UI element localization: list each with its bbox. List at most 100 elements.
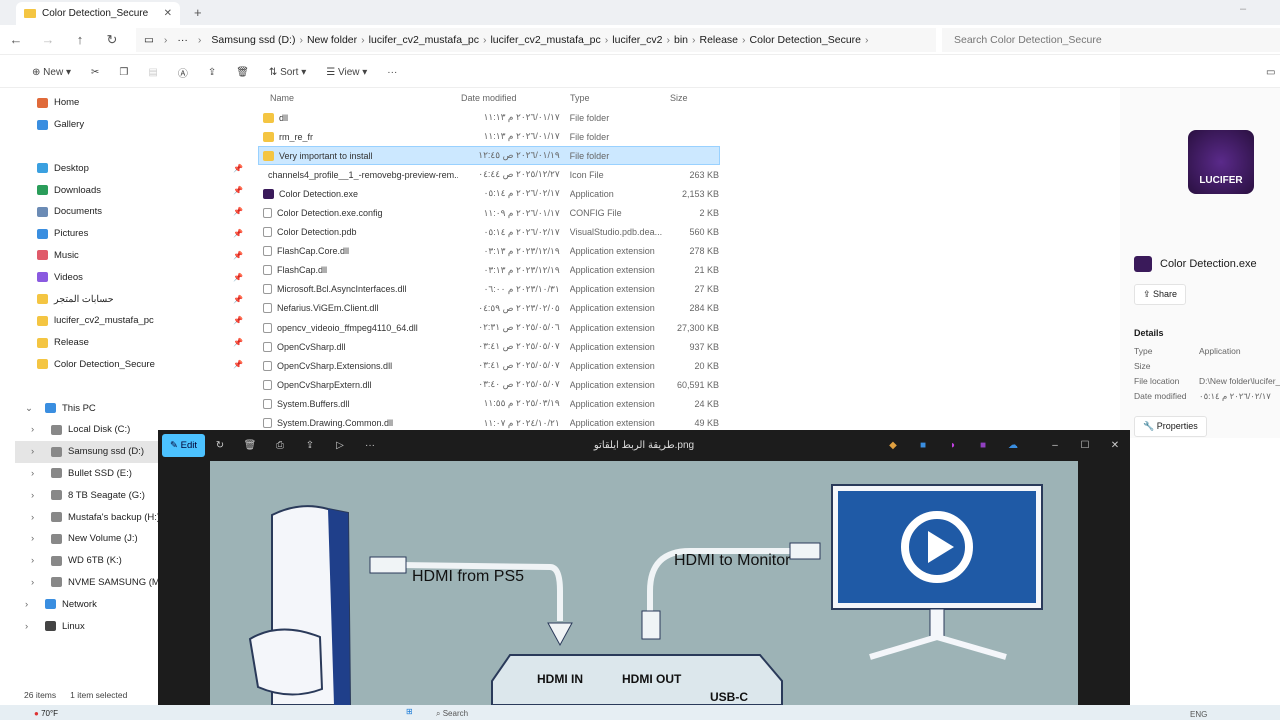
file-row[interactable]: dll ٢٠٢٦/٠١/١٧ م ١١:١٣ File folder bbox=[258, 108, 720, 127]
chevron-icon[interactable]: › bbox=[31, 446, 45, 457]
new-tab-button[interactable]: + bbox=[194, 5, 202, 20]
view-button[interactable]: ☰ View ▾ bbox=[320, 64, 373, 81]
sidebar-item[interactable]: ⌄ This PC bbox=[15, 397, 247, 419]
delete-icon[interactable]: 🗑 bbox=[230, 64, 255, 81]
breadcrumb-item[interactable]: bin bbox=[674, 34, 688, 46]
file-row[interactable]: FlashCap.Core.dll ٢٠٢٣/١٢/١٩ م ٠٣:١٣ Appli… bbox=[258, 242, 720, 261]
file-row[interactable]: Color Detection.exe.config ٢٠٢٦/٠١/١٧ م ١… bbox=[258, 203, 720, 222]
chevron-icon[interactable]: › bbox=[31, 424, 45, 435]
column-type[interactable]: Type bbox=[570, 93, 670, 103]
breadcrumb-item[interactable]: Samsung ssd (D:) bbox=[211, 34, 295, 46]
sidebar-item[interactable]: Home bbox=[15, 92, 247, 114]
copy-icon[interactable]: ❐ bbox=[113, 64, 134, 81]
sidebar-item[interactable]: Videos 📌 bbox=[15, 266, 247, 288]
up-icon[interactable]: ↑ bbox=[64, 32, 96, 47]
sidebar-item[interactable]: Music 📌 bbox=[15, 245, 247, 267]
column-date[interactable]: Date modified bbox=[458, 93, 570, 103]
file-row[interactable]: Very important to install ٢٠٢٦/٠١/١٩ ص ١٢… bbox=[258, 146, 720, 166]
file-row[interactable]: rm_re_fr ٢٠٢٦/٠١/١٧ م ١١:١٣ File folder bbox=[258, 127, 720, 146]
pin-icon[interactable]: 📌 bbox=[233, 229, 243, 238]
sidebar-item[interactable]: Documents 📌 bbox=[15, 201, 247, 223]
sidebar-item[interactable]: Gallery bbox=[15, 114, 247, 136]
delete-icon[interactable]: 🗑 bbox=[235, 440, 265, 451]
pin-icon[interactable]: 📌 bbox=[233, 251, 243, 260]
file-row[interactable]: OpenCvSharp.dll ٢٠٢٥/٠٥/٠٧ ص ٠٣:٤١ Applica… bbox=[258, 337, 720, 356]
clipchamp-icon[interactable]: ◗ bbox=[938, 440, 968, 451]
designer-icon[interactable]: ■ bbox=[908, 440, 938, 451]
language-indicator[interactable]: ENG bbox=[1190, 710, 1207, 719]
pin-icon[interactable]: 📌 bbox=[233, 273, 243, 282]
more-icon[interactable]: ··· bbox=[355, 440, 385, 451]
cut-icon[interactable]: ✂ bbox=[85, 64, 105, 81]
pin-icon[interactable]: 📌 bbox=[233, 295, 243, 304]
breadcrumb[interactable]: ▭ › ··· › Samsung ssd (D:) › New folder › luci… bbox=[136, 27, 936, 52]
close-button[interactable]: ✕ bbox=[1100, 440, 1130, 451]
breadcrumb-item[interactable]: lucifer_cv2_mustafa_pc bbox=[490, 34, 600, 46]
slideshow-icon[interactable]: ▷ bbox=[325, 440, 355, 451]
pin-icon[interactable]: 📌 bbox=[233, 338, 243, 347]
file-row[interactable]: OpenCvSharp.Extensions.dll ٢٠٢٥/٠٥/٠٧ ص ٠… bbox=[258, 356, 720, 375]
rotate-icon[interactable]: ↻ bbox=[205, 440, 235, 451]
onenote-icon[interactable]: ■ bbox=[968, 440, 998, 451]
chevron-icon[interactable]: › bbox=[31, 490, 45, 501]
properties-button[interactable]: 🔧 Properties bbox=[1134, 416, 1207, 437]
breadcrumb-item[interactable]: Color Detection_Secure bbox=[750, 34, 861, 46]
column-name[interactable]: Name bbox=[258, 93, 458, 103]
onedrive-icon[interactable]: ☁ bbox=[998, 440, 1028, 451]
chevron-icon[interactable]: › bbox=[31, 512, 45, 523]
share-button[interactable]: ⇪ Share bbox=[1134, 284, 1187, 305]
breadcrumb-item[interactable]: New folder bbox=[307, 34, 357, 46]
tab-color-detection-secure[interactable]: Color Detection_Secure ✕ bbox=[16, 2, 180, 25]
sidebar-item[interactable]: Release 📌 bbox=[15, 332, 247, 354]
print-icon[interactable]: ⎙ bbox=[265, 440, 295, 451]
file-row[interactable]: FlashCap.dll ٢٠٢٣/١٢/١٩ م ٠٣:١٣ Applicatio… bbox=[258, 261, 720, 280]
sidebar-item[interactable]: Desktop 📌 bbox=[15, 157, 247, 179]
chevron-icon[interactable]: › bbox=[31, 468, 45, 479]
file-row[interactable]: Color Detection.pdb ٢٠٢٦/٠٢/١٧ م ٠٥:١٤ Vis… bbox=[258, 223, 720, 242]
forward-icon[interactable]: → bbox=[32, 32, 64, 47]
file-row[interactable]: Microsoft.Bcl.AsyncInterfaces.dll ٢٠٢٣/١٠… bbox=[258, 280, 720, 299]
taskbar-search[interactable]: ⌕ Search bbox=[436, 709, 468, 719]
sidebar-item[interactable]: Pictures 📌 bbox=[15, 223, 247, 245]
chevron-icon[interactable]: › bbox=[25, 621, 39, 632]
chevron-icon[interactable]: › bbox=[31, 533, 45, 544]
refresh-icon[interactable]: ↻ bbox=[96, 32, 128, 48]
file-row[interactable]: opencv_videoio_ffmpeg4110_64.dll ٢٠٢٥/٠٥/… bbox=[258, 318, 720, 337]
share-icon[interactable]: ⇪ bbox=[202, 64, 222, 81]
close-tab-icon[interactable]: ✕ bbox=[164, 8, 172, 19]
file-row[interactable]: OpenCvSharpExtern.dll ٢٠٢٥/٠٥/٠٧ ص ٠٣:٤٠ A… bbox=[258, 375, 720, 394]
pin-icon[interactable]: 📌 bbox=[233, 164, 243, 173]
new-button[interactable]: ⊕ New ▾ bbox=[26, 64, 77, 81]
more-icon[interactable]: ··· bbox=[381, 64, 403, 81]
sidebar-item[interactable]: Downloads 📌 bbox=[15, 179, 247, 201]
start-icon[interactable]: ⊞ bbox=[406, 707, 413, 716]
weather-widget[interactable]: ● 70°F bbox=[34, 709, 58, 718]
search-input[interactable] bbox=[942, 27, 1280, 52]
file-row[interactable]: Color Detection.exe ٢٠٢٦/٠٢/١٧ م ٠٥:١٤ App… bbox=[258, 184, 720, 203]
column-size[interactable]: Size bbox=[670, 93, 720, 103]
chevron-icon[interactable]: › bbox=[25, 599, 39, 610]
chevron-icon[interactable]: › bbox=[31, 555, 45, 566]
chevron-icon[interactable]: ⌄ bbox=[25, 403, 39, 414]
maximize-button[interactable]: ☐ bbox=[1070, 440, 1100, 451]
file-row[interactable]: channels4_profile__1_-removebg-preview-r… bbox=[258, 165, 720, 184]
edit-button[interactable]: ✎ Edit bbox=[162, 434, 205, 457]
pin-icon[interactable]: 📌 bbox=[233, 316, 243, 325]
paste-icon[interactable]: ▤ bbox=[142, 64, 163, 81]
pin-icon[interactable]: 📌 bbox=[233, 186, 243, 195]
sidebar-item[interactable]: حسابات المتجر 📌 bbox=[15, 288, 247, 310]
back-icon[interactable]: ← bbox=[0, 32, 32, 47]
minimize-button[interactable]: – bbox=[1040, 440, 1070, 451]
share-icon[interactable]: ⇪ bbox=[295, 440, 325, 451]
minimize-button[interactable]: – bbox=[1240, 3, 1246, 15]
sidebar-item[interactable]: Color Detection_Secure 📌 bbox=[15, 354, 247, 376]
file-row[interactable]: Nefarius.ViGEm.Client.dll ٢٠٢٣/٠٢/٠٥ ص ٠٤… bbox=[258, 299, 720, 318]
copilot-icon[interactable]: ◆ bbox=[878, 440, 908, 451]
more-crumbs[interactable]: ··· bbox=[177, 34, 188, 46]
sort-button[interactable]: ⇅ Sort ▾ bbox=[263, 64, 312, 81]
breadcrumb-item[interactable]: lucifer_cv2 bbox=[612, 34, 662, 46]
details-pane-icon[interactable]: ▭ bbox=[1260, 64, 1280, 81]
breadcrumb-item[interactable]: lucifer_cv2_mustafa_pc bbox=[369, 34, 479, 46]
pin-icon[interactable]: 📌 bbox=[233, 207, 243, 216]
file-row[interactable]: System.Buffers.dll ٢٠٢٥/٠٣/١٩ م ١١:٥٥ Appl… bbox=[258, 394, 720, 413]
